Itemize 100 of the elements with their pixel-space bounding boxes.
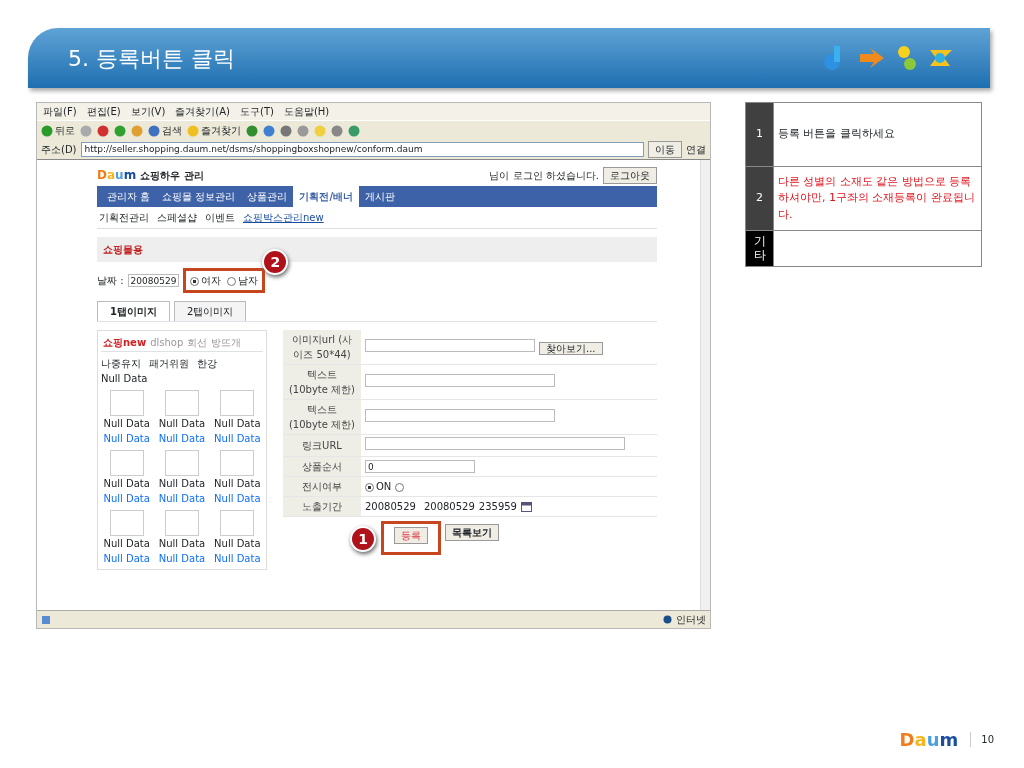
thumbnail — [165, 390, 199, 416]
item-name: Null Data — [213, 537, 262, 551]
form-label: 텍스트 (10byte 제한) — [283, 399, 361, 435]
address-label: 주소(D) — [41, 143, 77, 157]
thumbnail — [165, 510, 199, 536]
subnav-link[interactable]: 이벤트 — [205, 210, 235, 225]
time-text: 235959 — [478, 501, 517, 512]
address-field[interactable]: http://seller.shopping.daum.net/dsms/shoppingboxshopnew/conform.daum — [80, 141, 644, 158]
page-icon — [41, 614, 51, 625]
radio-button[interactable] — [190, 276, 200, 286]
thumbnail — [220, 450, 255, 476]
item-name: Null Data — [102, 477, 151, 491]
item-name: Null Data — [102, 417, 151, 431]
page-number: 10 — [970, 732, 994, 747]
menu-item[interactable]: 파일(F) — [43, 104, 77, 119]
search-button[interactable]: 검색 — [148, 123, 182, 138]
footer-logo: Daum — [899, 728, 959, 752]
item-link[interactable]: Null Data — [101, 551, 153, 566]
thumbnail — [109, 510, 144, 536]
radio-option[interactable]: 여자 — [190, 273, 222, 288]
menu-item[interactable]: 편집(E) — [86, 104, 121, 119]
date-label: 날짜 : — [97, 274, 124, 288]
thumbnail — [109, 390, 144, 416]
item-name: Null Data — [157, 537, 207, 551]
scrollbar[interactable] — [700, 160, 710, 610]
preview-subtab[interactable]: 나중유지 — [101, 356, 141, 371]
slide-title: 5. 등록버튼 클릭 — [68, 44, 235, 73]
logout-button[interactable]: 로그아웃 — [603, 166, 657, 184]
date-field[interactable]: 20080529 — [127, 274, 180, 287]
site-logo[interactable]: Daum — [97, 166, 137, 184]
step-marker: 1 — [350, 526, 376, 552]
text-field[interactable]: 0 — [365, 460, 475, 473]
item-link[interactable]: Null Data — [211, 431, 263, 446]
text-field[interactable] — [365, 437, 625, 450]
image-tab[interactable]: 1탭이미지 — [97, 301, 170, 321]
site-title: 쇼핑하우 관리 — [140, 168, 204, 183]
nav-tab[interactable]: 기획전/배너 — [293, 186, 360, 207]
browse-button[interactable]: 찾아보기... — [539, 341, 603, 355]
calendar-icon[interactable] — [521, 502, 532, 512]
row-label: 기타 — [753, 235, 766, 262]
favorites-button[interactable]: 즐겨찾기 — [187, 123, 241, 138]
form-label: 상품순서 — [283, 456, 361, 477]
go-button[interactable]: 이동 — [648, 141, 682, 158]
text-field[interactable] — [365, 408, 555, 422]
preview-subtab[interactable]: 한강 — [197, 356, 217, 371]
item-link[interactable]: Null Data — [156, 551, 208, 566]
date-text: 20080529 — [423, 501, 475, 512]
subnav-link[interactable]: 쇼핑박스관리new — [243, 210, 324, 225]
radio-button[interactable] — [227, 276, 237, 286]
step-text: 다른 성별의 소재도 같은 방법으로 등록하셔야만, 1구좌의 소재등록이 완료됩니다. — [778, 174, 975, 221]
submit-button[interactable]: 등록 — [394, 527, 428, 544]
thumbnail — [220, 510, 255, 536]
date-text: 20080529 — [365, 501, 416, 512]
menu-item[interactable]: 즐겨찾기(A) — [175, 104, 230, 119]
nav-tab[interactable]: 관리자 홈 — [101, 186, 157, 207]
subnav-link[interactable]: 스페셜샵 — [157, 210, 197, 225]
step-text: 등록 버튼을 클릭하세요 — [778, 127, 895, 141]
back-button[interactable]: 뒤로 — [41, 123, 75, 138]
nav-tab[interactable]: 게시판 — [359, 186, 402, 207]
image-tab[interactable]: 2탭이미지 — [173, 301, 247, 321]
item-name: Null Data — [157, 477, 207, 491]
item-link[interactable]: Null Data — [156, 431, 208, 446]
file-field[interactable] — [365, 338, 535, 352]
form-label: 노출기간 — [283, 496, 361, 517]
item-link[interactable]: Null Data — [101, 431, 153, 446]
nav-tab[interactable]: 상품관리 — [241, 186, 294, 207]
item-link[interactable]: Null Data — [101, 491, 153, 506]
list-button[interactable]: 목록보기 — [445, 524, 499, 541]
thumbnail — [109, 450, 144, 476]
menu-item[interactable]: 도구(T) — [240, 104, 274, 119]
menu-item[interactable]: 도움말(H) — [283, 104, 330, 119]
radio-option[interactable]: 남자 — [227, 273, 259, 288]
preview-tab[interactable]: 쇼핑new — [101, 334, 149, 351]
form-label: 전시여부 — [283, 476, 361, 497]
item-link[interactable]: Null Data — [156, 491, 208, 506]
menu-item[interactable]: 보기(V) — [130, 104, 166, 119]
text-field[interactable] — [365, 373, 555, 387]
links-label[interactable]: 연결 — [686, 142, 706, 157]
item-name: Null Data — [102, 537, 151, 551]
step-marker: 2 — [262, 249, 289, 275]
step-number: 1 — [756, 127, 763, 141]
form-label: 링크URL — [283, 434, 361, 457]
subnav-link[interactable]: 기획전관리 — [99, 210, 149, 225]
item-link[interactable]: Null Data — [211, 551, 263, 566]
step-number: 2 — [756, 191, 763, 205]
login-text: 님이 로그인 하셨습니다. — [489, 168, 599, 183]
item-link[interactable]: Null Data — [211, 491, 263, 506]
nav-tab[interactable]: 쇼핑몰 정보관리 — [156, 186, 242, 207]
form-label: 텍스트 (10byte 제한) — [283, 364, 361, 400]
item-name: Null Data — [213, 417, 262, 431]
thumbnail — [165, 450, 199, 476]
radio-option[interactable]: ON — [365, 481, 392, 492]
item-name: Null Data — [213, 477, 262, 491]
preview-subtab[interactable]: Null Data — [101, 371, 148, 386]
item-name: Null Data — [157, 417, 207, 431]
radio-button[interactable] — [365, 482, 374, 492]
form-label: 이미지url (사이즈 50*44) — [283, 330, 361, 365]
zone-label: 인터넷 — [676, 613, 706, 627]
thumbnail — [220, 390, 255, 416]
preview-subtab[interactable]: 패거위원 — [149, 356, 189, 371]
